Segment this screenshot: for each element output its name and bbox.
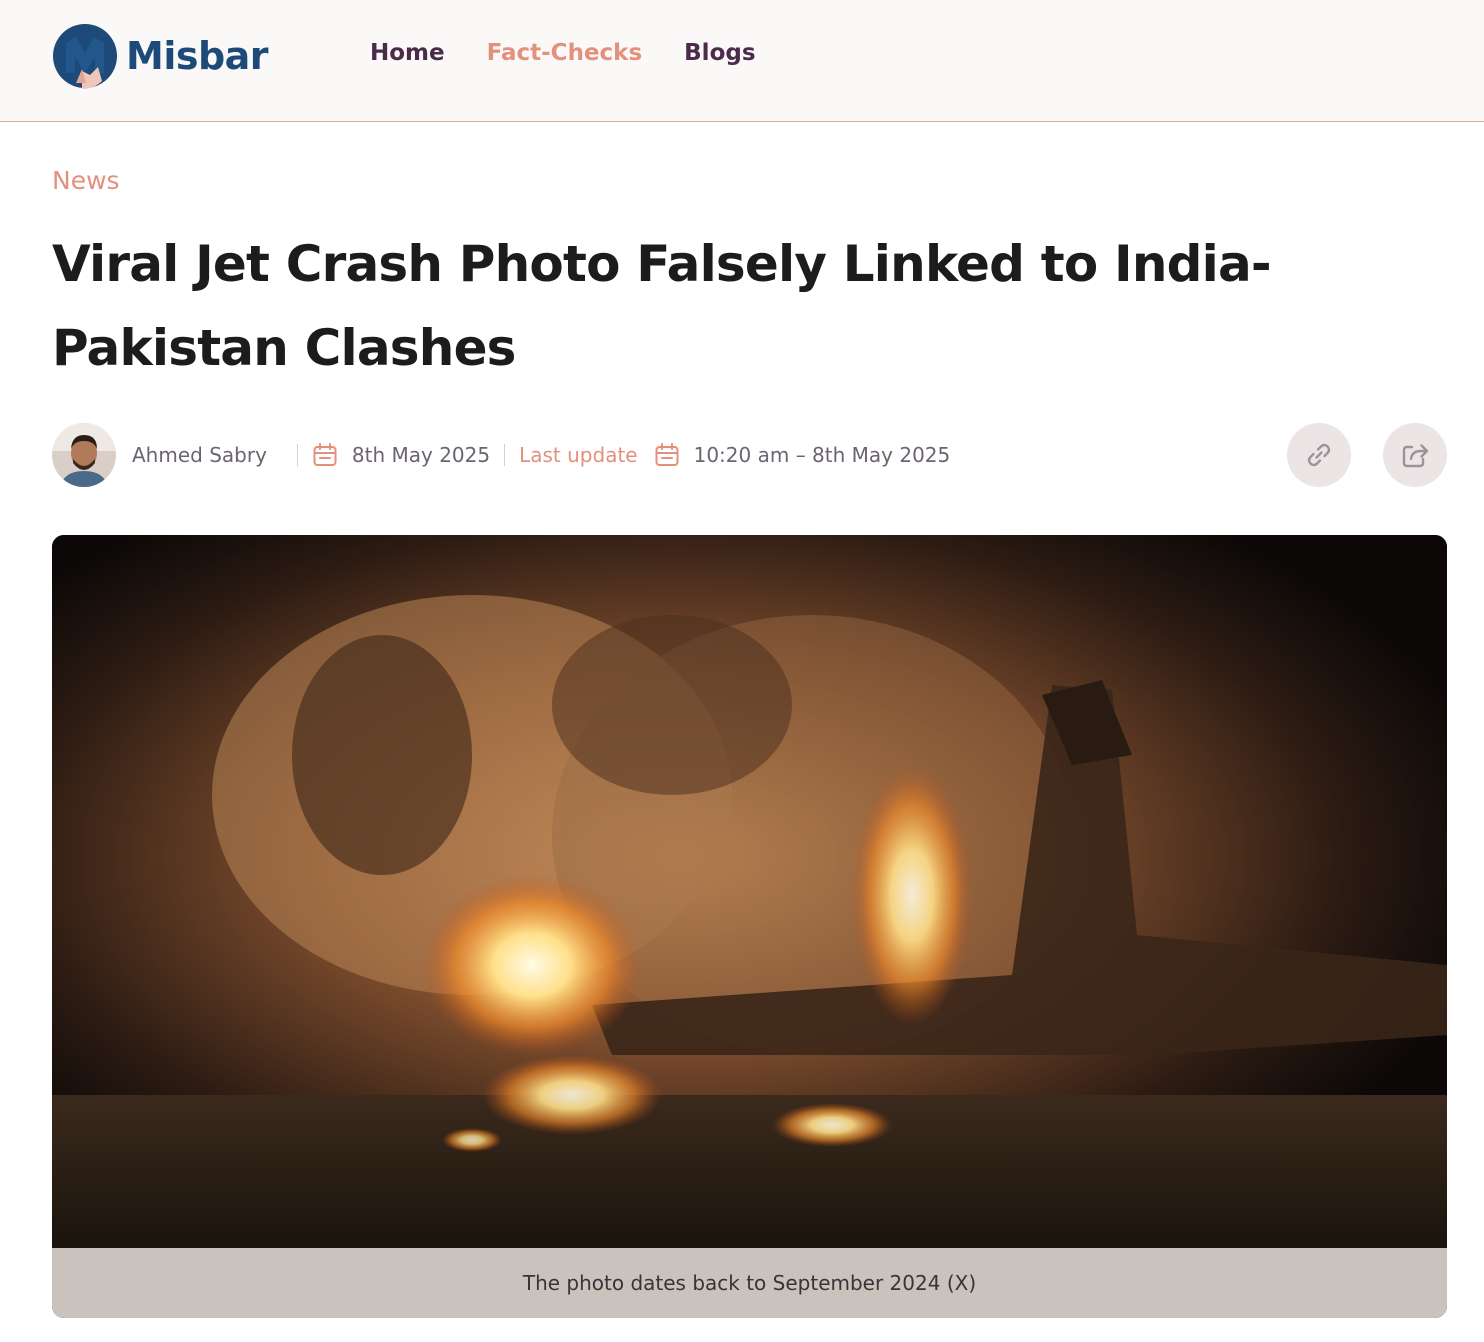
meta-divider: [504, 444, 506, 466]
share-icon: [1402, 444, 1429, 468]
main-nav: Home Fact-Checks Blogs: [370, 36, 756, 70]
article-meta: Ahmed Sabry 8th May 2025 Last update 10:…: [52, 422, 950, 488]
last-update-date: 10:20 am – 8th May 2025: [693, 443, 951, 467]
author-avatar[interactable]: [52, 423, 116, 487]
share-button[interactable]: [1383, 423, 1447, 487]
featured-image: The photo dates back to September 2024 (…: [52, 535, 1447, 1318]
nav-item-fact-checks[interactable]: Fact-Checks: [487, 36, 643, 70]
nav-item-home[interactable]: Home: [370, 36, 445, 70]
last-update-label: Last update: [519, 443, 638, 467]
misbar-logo-icon: [53, 24, 117, 89]
copy-link-button[interactable]: [1287, 423, 1351, 487]
calendar-icon: [313, 443, 337, 466]
link-icon: [1307, 443, 1331, 467]
logo-text: Misbar: [126, 34, 269, 78]
jet-crash-photo: [52, 535, 1447, 1248]
article-title: Viral Jet Crash Photo Falsely Linked to …: [52, 235, 1272, 377]
published-date: 8th May 2025: [351, 443, 491, 467]
author-name[interactable]: Ahmed Sabry: [132, 443, 267, 467]
nav-item-blogs[interactable]: Blogs: [684, 36, 755, 70]
article-category[interactable]: News: [52, 166, 120, 195]
site-header: Misbar Home Fact-Checks Blogs: [0, 0, 1484, 122]
image-caption: The photo dates back to September 2024 (…: [52, 1248, 1447, 1318]
site-logo[interactable]: Misbar: [52, 22, 269, 90]
calendar-icon: [655, 443, 679, 466]
meta-divider: [296, 444, 298, 466]
